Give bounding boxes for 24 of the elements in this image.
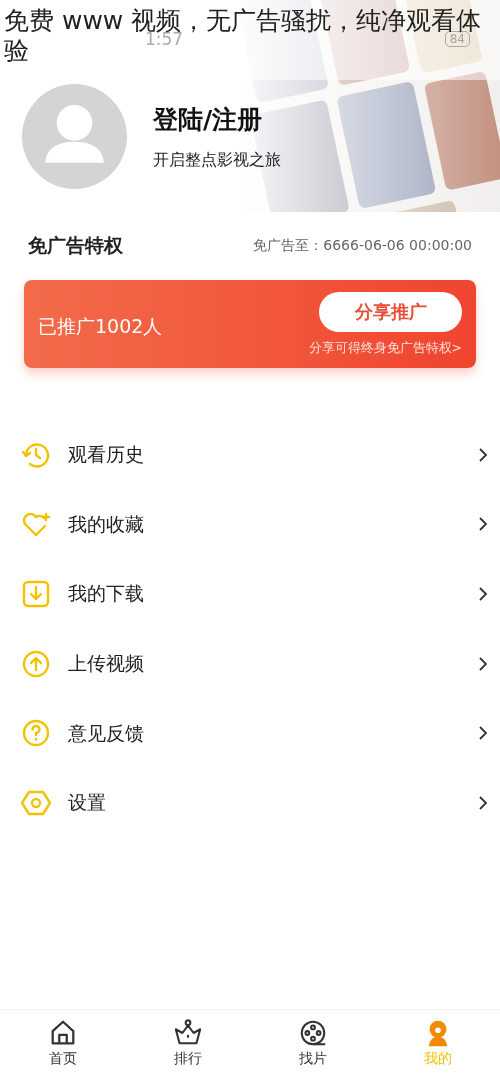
promo-count: 已推广1002人 [38,314,163,339]
menu-item[interactable]: 上传视频 [0,628,500,699]
chevron-icon [478,586,488,602]
tab-item[interactable]: 找片 [250,1010,375,1076]
chevron-icon [478,446,488,463]
chevron-icon [478,516,488,533]
menu-item[interactable]: 设置 [0,767,500,838]
login-link[interactable]: 登陆/注册 [153,102,281,136]
tab-item[interactable]: 排行 [125,1010,250,1076]
tab-item[interactable]: 首页 [0,1010,125,1076]
avatar-icon[interactable] [22,84,127,189]
chevron-icon [478,725,488,742]
chevron-icon [478,655,488,672]
chevron-icon [478,794,488,811]
expiry-text: 免广告至：6666-06-06 00:00:00 [253,237,472,255]
section-title: 免广告特权 [28,233,123,258]
menu-item[interactable]: 我的收藏 [0,489,500,560]
download-icon [20,578,52,610]
profile-subtitle: 开启整点影视之旅 [153,149,281,171]
menu-item[interactable]: 我的下载 [0,559,500,629]
battery-level: 84 [444,31,470,47]
menu-item[interactable]: 意见反馈 [0,698,500,768]
menu-item[interactable]: 观看历史 [0,420,500,490]
share-button[interactable]: 分享推广 [319,291,462,332]
